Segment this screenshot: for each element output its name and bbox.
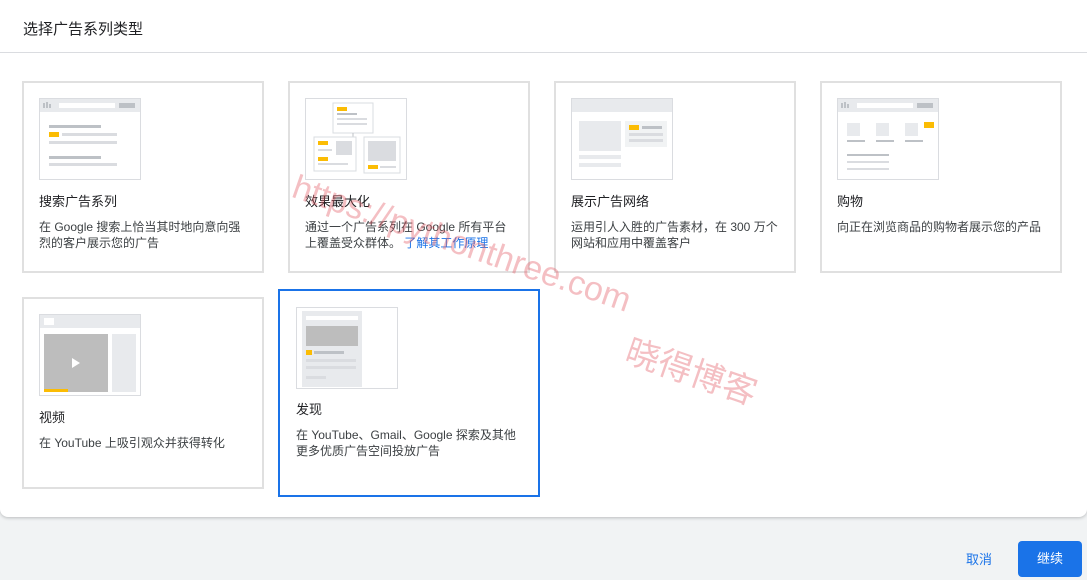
campaign-card-shopping[interactable]: 购物 向正在浏览商品的购物者展示您的产品	[820, 81, 1062, 273]
card-name: 购物	[837, 194, 864, 209]
watermark-text: 晓得博客	[620, 332, 762, 413]
card-name: 视频	[39, 410, 66, 425]
card-description: 通过一个广告系列在 Google 所有平台上覆盖受众群体。 了解其工作原理	[305, 219, 515, 251]
card-name: 展示广告网络	[571, 194, 650, 209]
campaign-card-performance-max[interactable]: 效果最大化 通过一个广告系列在 Google 所有平台上覆盖受众群体。 了解其工…	[288, 81, 530, 273]
campaign-card-search[interactable]: 搜索广告系列 在 Google 搜索上恰当其时地向意向强烈的客户展示您的广告	[22, 81, 264, 273]
dialog-title: 选择广告系列类型	[23, 21, 144, 38]
discovery-thumbnail	[296, 307, 398, 389]
card-description: 在 YouTube、Gmail、Google 探索及其他更多优质广告空间投放广告	[296, 428, 516, 458]
display-thumbnail	[571, 98, 673, 180]
card-description: 在 Google 搜索上恰当其时地向意向强烈的客户展示您的广告	[39, 220, 241, 250]
continue-button[interactable]: 继续	[1018, 541, 1082, 577]
campaign-card-display[interactable]: 展示广告网络 运用引人入胜的广告素材，在 300 万个网站和应用中覆盖客户	[554, 81, 796, 273]
card-name: 发现	[296, 402, 323, 417]
performance-max-thumbnail	[305, 98, 407, 180]
card-description: 在 YouTube 上吸引观众并获得转化	[39, 436, 225, 450]
card-name: 搜索广告系列	[39, 194, 118, 209]
card-name: 效果最大化	[305, 194, 371, 209]
search-thumbnail	[39, 98, 141, 180]
cancel-button[interactable]: 取消	[950, 542, 1008, 578]
campaign-type-dialog: 选择广告系列类型 搜索广告系列 在 Google 搜索上恰当其时地向意向强烈的客…	[0, 0, 1087, 517]
card-description: 向正在浏览商品的购物者展示您的产品	[837, 220, 1042, 234]
campaign-card-discovery[interactable]: 发现 在 YouTube、Gmail、Google 探索及其他更多优质广告空间投…	[278, 289, 540, 497]
card-description: 运用引人入胜的广告素材，在 300 万个网站和应用中覆盖客户	[571, 220, 778, 250]
learn-how-it-works-link[interactable]: 了解其工作原理	[404, 236, 488, 250]
title-divider	[0, 52, 1087, 53]
campaign-card-video[interactable]: 视频 在 YouTube 上吸引观众并获得转化	[22, 297, 264, 489]
shopping-thumbnail	[837, 98, 939, 180]
video-thumbnail	[39, 314, 141, 396]
